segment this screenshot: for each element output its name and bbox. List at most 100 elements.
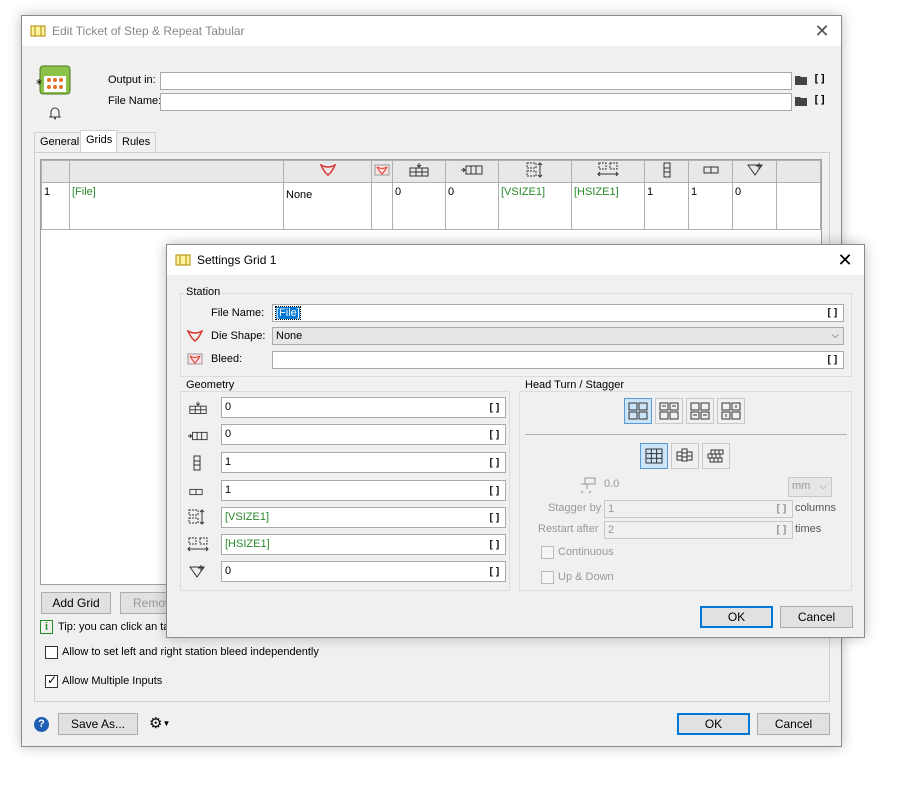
settings-dialog: Settings Grid 1 ✕ Station File Name: [Fi… xyxy=(166,244,865,638)
head-turn-option-2[interactable] xyxy=(655,398,683,424)
stagger-by-bracket-icon[interactable]: [] xyxy=(775,501,788,517)
bleed-bracket-icon[interactable]: [] xyxy=(826,352,839,368)
die-shape-label: Die Shape: xyxy=(211,330,266,342)
up-down-label[interactable]: Up & Down xyxy=(558,571,614,583)
cell-vsize[interactable]: [VSIZE1] xyxy=(498,182,572,230)
bleed-label: Bleed: xyxy=(211,353,243,365)
stagger-vertical-button[interactable] xyxy=(671,443,699,469)
geometry-count-v-field[interactable]: 1 [] xyxy=(221,452,506,473)
output-in-field[interactable] xyxy=(160,72,792,90)
geometry-count-v-bracket-icon[interactable]: [] xyxy=(488,453,501,472)
vertical-count-icon xyxy=(662,162,672,181)
table-row[interactable]: 1 [File] None 0 0 [VSIZE1] [HSIZE1] 1 1 … xyxy=(41,182,821,230)
cell-rotation[interactable]: 0 xyxy=(732,182,777,230)
stagger-by-field[interactable]: 1 [] xyxy=(604,500,793,518)
output-in-label: Output in: xyxy=(108,74,156,86)
restart-after-bracket-icon[interactable]: [] xyxy=(775,522,788,538)
tip-icon: i xyxy=(40,620,53,634)
head-turn-option-3[interactable] xyxy=(686,398,714,424)
settings-ok-button[interactable]: OK xyxy=(700,606,773,628)
settings-close-icon[interactable]: ✕ xyxy=(834,249,856,271)
vertical-gap-icon xyxy=(526,162,544,181)
offset-icon xyxy=(579,477,599,495)
folder-icon[interactable] xyxy=(795,95,807,106)
geometry-count-h-field[interactable]: 1 [] xyxy=(221,480,506,501)
stagger-horizontal-button[interactable] xyxy=(702,443,730,469)
allow-multiple-label[interactable]: Allow Multiple Inputs xyxy=(62,675,162,687)
stagger-by-unit: columns xyxy=(795,502,836,514)
cell-die-shape-value: None xyxy=(286,189,313,201)
head-turn-option-4[interactable] xyxy=(717,398,745,424)
tab-bar: General Grids Rules xyxy=(34,130,834,152)
cell-columns[interactable]: 0 xyxy=(392,182,446,230)
cell-bleed[interactable] xyxy=(371,182,393,230)
main-cancel-button[interactable]: Cancel xyxy=(757,713,830,735)
unit-select[interactable]: mm ⌵ xyxy=(788,477,832,497)
bleed-field[interactable]: [] xyxy=(272,351,844,369)
allow-bleed-label[interactable]: Allow to set left and right station blee… xyxy=(62,646,319,658)
stagger-none-button[interactable] xyxy=(640,443,668,469)
file-name-field[interactable] xyxy=(160,93,792,111)
continuous-label[interactable]: Continuous xyxy=(558,546,614,558)
file-name-bracket-icon[interactable]: [] xyxy=(813,93,826,106)
main-dialog-title: Edit Ticket of Step & Repeat Tabular xyxy=(52,24,245,38)
cell-extra[interactable] xyxy=(776,182,821,230)
geometry-rows-bracket-icon[interactable]: [] xyxy=(488,425,501,444)
allow-bleed-checkbox[interactable] xyxy=(45,646,58,659)
gear-icon[interactable]: ⚙▼ xyxy=(149,715,170,732)
cell-count-h[interactable]: 1 xyxy=(688,182,733,230)
settings-dialog-title: Settings Grid 1 xyxy=(197,253,277,267)
geometry-count-h-bracket-icon[interactable]: [] xyxy=(488,481,501,500)
geometry-count-v-value: 1 xyxy=(225,456,232,468)
add-grid-button[interactable]: Add Grid xyxy=(41,592,111,614)
main-titlebar: Edit Ticket of Step & Repeat Tabular ✕ xyxy=(22,16,841,46)
geometry-vsize-value: [VSIZE1] xyxy=(225,511,270,523)
file-name-label: File Name: xyxy=(108,95,162,107)
save-as-button[interactable]: Save As... xyxy=(58,713,138,735)
col-count-v-header xyxy=(644,160,689,183)
cell-file[interactable]: [File] xyxy=(69,182,284,230)
tab-grids[interactable]: Grids xyxy=(80,130,119,152)
geometry-columns-field[interactable]: 0 [] xyxy=(221,397,506,418)
main-ok-button[interactable]: OK xyxy=(677,713,750,735)
vertical-gap-icon xyxy=(188,509,206,525)
columns-icon xyxy=(408,163,430,180)
geometry-vsize-field[interactable]: [VSIZE1] [] xyxy=(221,507,506,528)
cell-count-v[interactable]: 1 xyxy=(644,182,689,230)
tab-rules[interactable]: Rules xyxy=(116,132,157,152)
main-close-icon[interactable]: ✕ xyxy=(811,20,833,42)
geometry-columns-bracket-icon[interactable]: [] xyxy=(488,398,501,417)
cell-die-shape[interactable]: None xyxy=(283,182,372,230)
tab-general[interactable]: General xyxy=(34,132,86,152)
stagger-by-label: Stagger by xyxy=(548,502,602,514)
die-shape-select[interactable]: None ⌵ xyxy=(272,327,844,345)
up-down-checkbox[interactable] xyxy=(541,571,554,584)
help-icon[interactable]: ? xyxy=(34,717,49,732)
bell-icon[interactable] xyxy=(48,106,62,120)
station-file-name-field[interactable]: [File] [] xyxy=(272,304,844,322)
restart-after-field[interactable]: 2 [] xyxy=(604,521,793,539)
geometry-rotation-field[interactable]: 0 [] xyxy=(221,561,506,582)
cell-index[interactable]: 1 xyxy=(41,182,70,230)
chevron-down-icon[interactable]: ⌵ xyxy=(831,328,839,344)
col-rows-header xyxy=(445,160,499,183)
station-file-name-bracket-icon[interactable]: [] xyxy=(826,305,839,321)
cell-rows[interactable]: 0 xyxy=(445,182,499,230)
station-file-name-value: [File] xyxy=(275,306,301,320)
chevron-down-icon[interactable]: ⌵ xyxy=(819,479,827,495)
gear-dropdown-icon[interactable]: ▼ xyxy=(162,719,170,728)
geometry-rows-field[interactable]: 0 [] xyxy=(221,424,506,445)
allow-multiple-checkbox[interactable] xyxy=(45,673,58,688)
folder-icon[interactable] xyxy=(795,74,807,85)
settings-cancel-button[interactable]: Cancel xyxy=(780,606,853,628)
geometry-hsize-bracket-icon[interactable]: [] xyxy=(488,535,501,554)
output-in-bracket-icon[interactable]: [] xyxy=(813,72,826,85)
stagger-by-value: 1 xyxy=(608,503,615,515)
head-turn-option-1[interactable] xyxy=(624,398,652,424)
geometry-hsize-field[interactable]: [HSIZE1] [] xyxy=(221,534,506,555)
geometry-vsize-bracket-icon[interactable]: [] xyxy=(488,508,501,527)
cell-hsize[interactable]: [HSIZE1] xyxy=(571,182,645,230)
col-hsize-header xyxy=(571,160,645,183)
geometry-rotation-bracket-icon[interactable]: [] xyxy=(488,562,501,581)
continuous-checkbox[interactable] xyxy=(541,546,554,559)
